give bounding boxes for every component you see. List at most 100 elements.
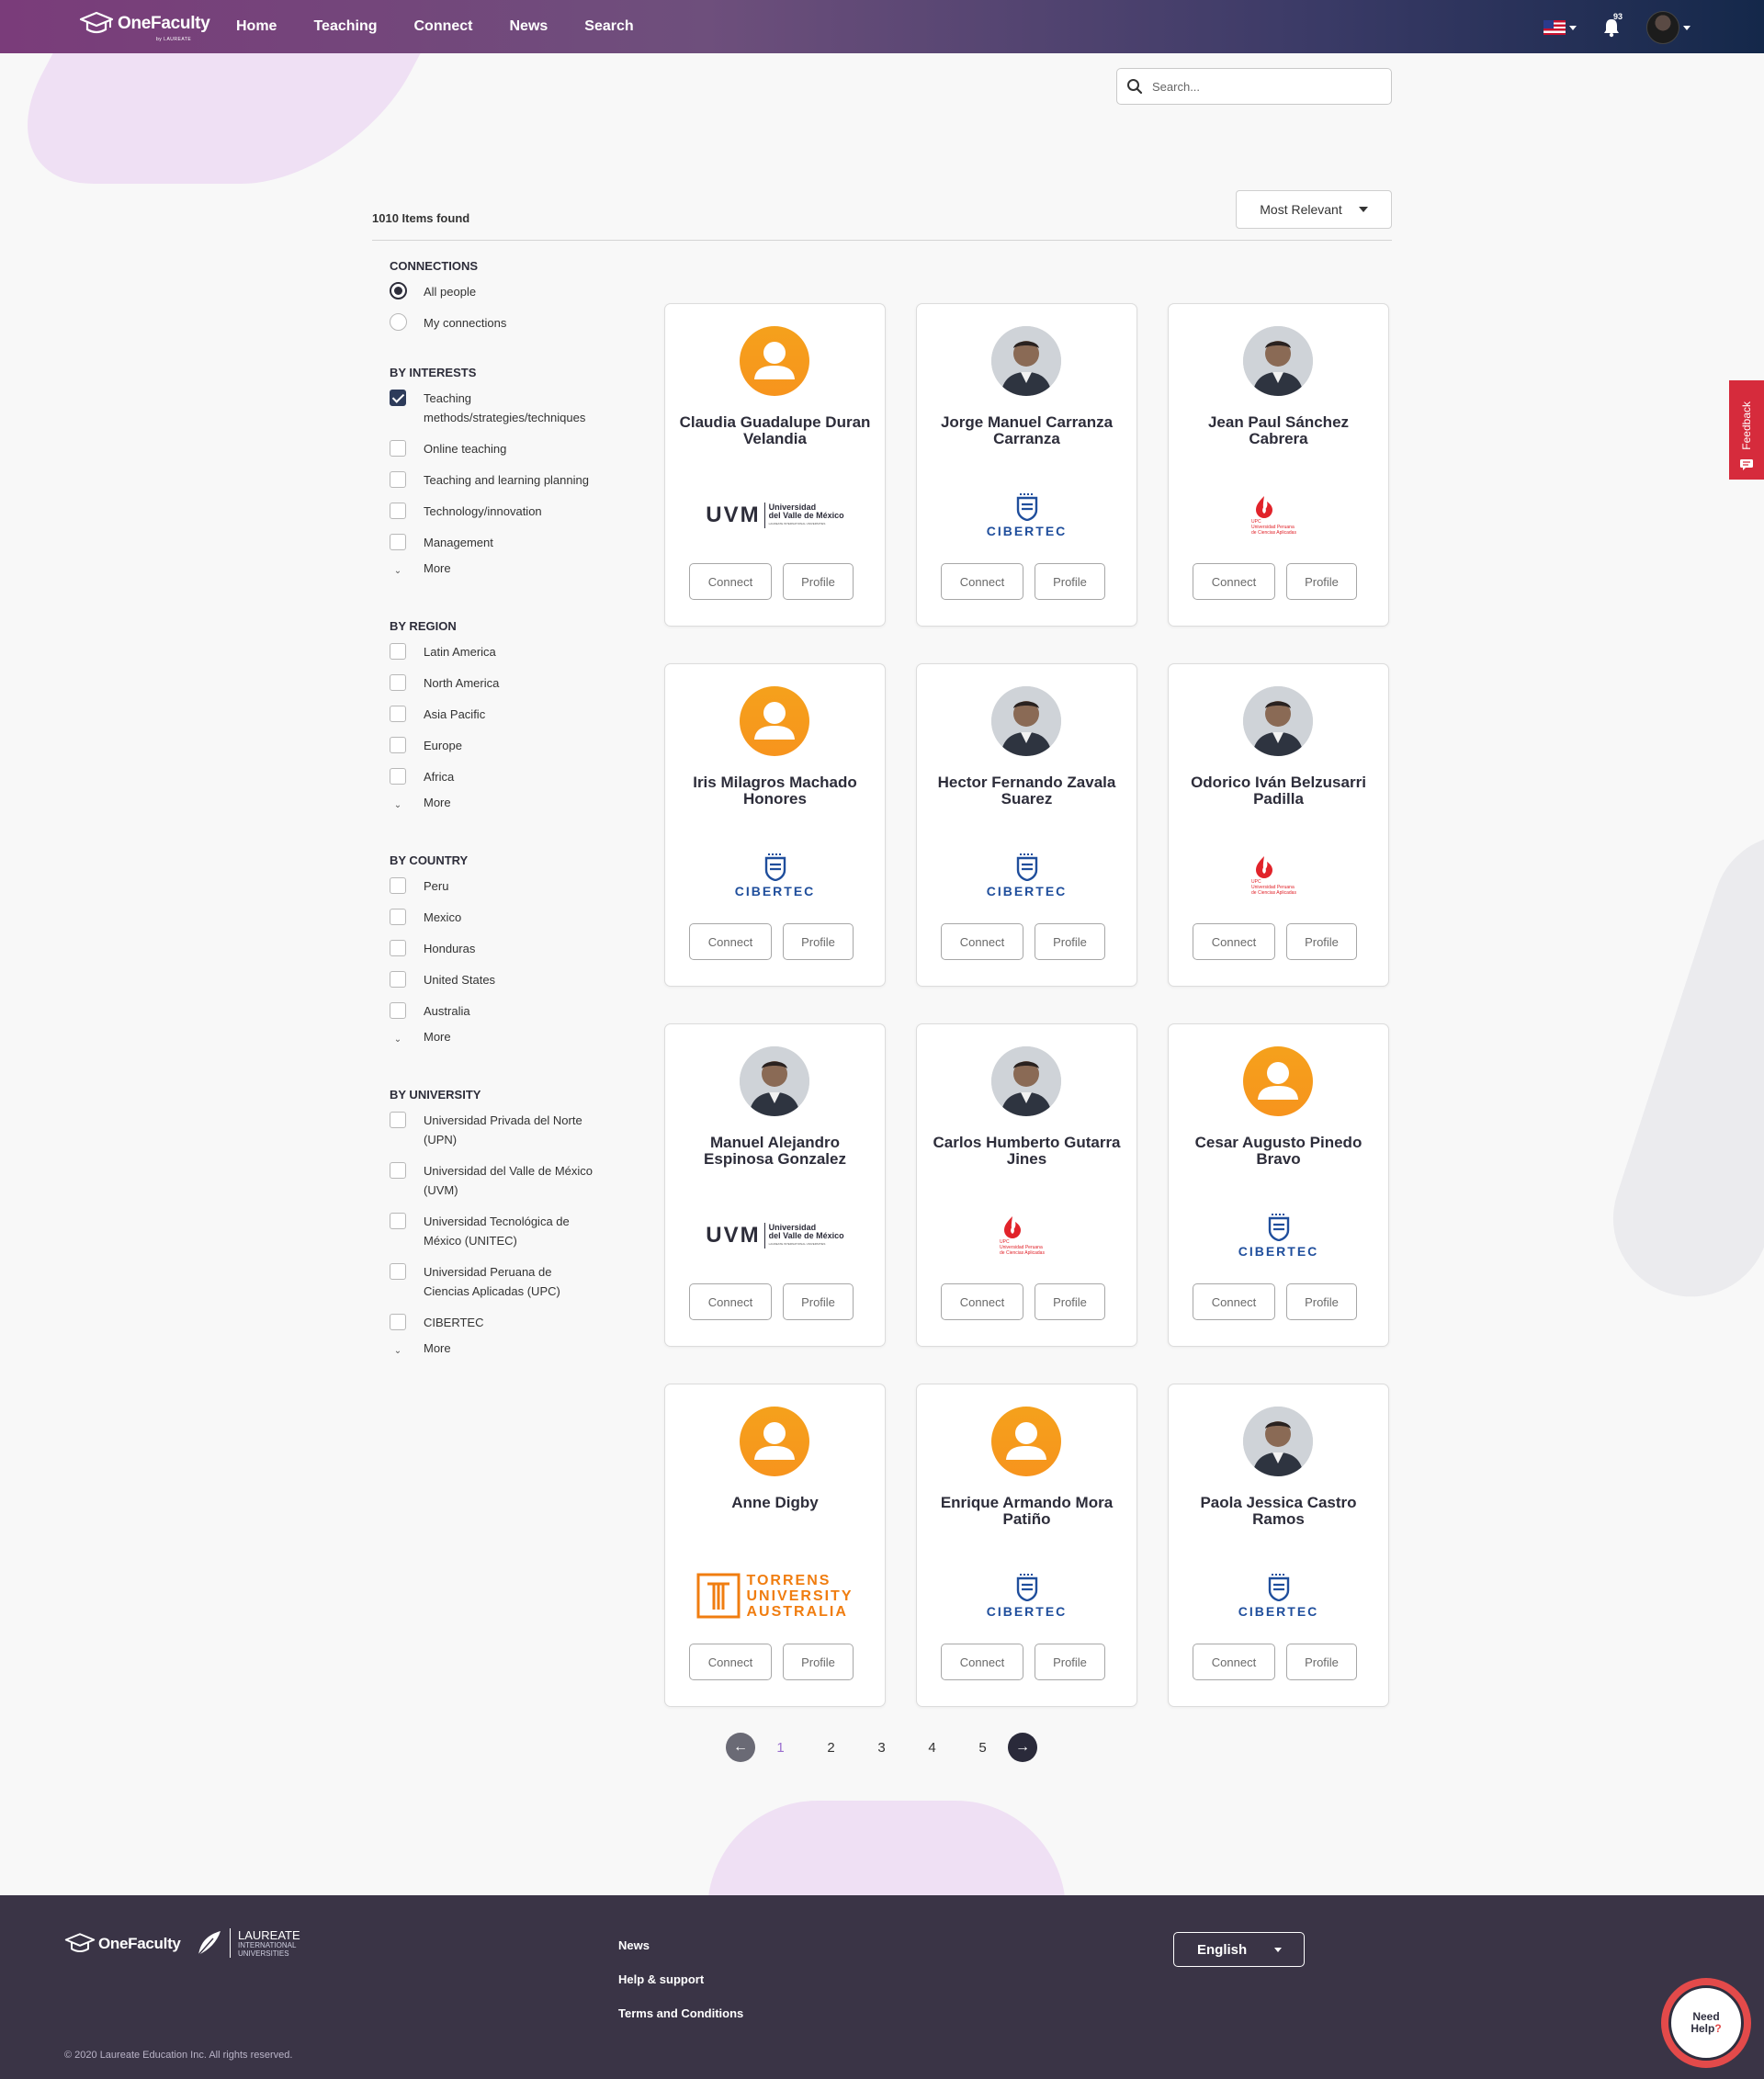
- checkbox[interactable]: [390, 1162, 406, 1179]
- checkbox[interactable]: [390, 674, 406, 691]
- need-help-button[interactable]: Need Help?: [1661, 1978, 1751, 2068]
- person-avatar[interactable]: [740, 686, 809, 756]
- filter-option-all-people[interactable]: All people: [390, 282, 628, 301]
- checkbox[interactable]: [390, 440, 406, 457]
- filter-more-link[interactable]: ⌄ More: [390, 796, 628, 810]
- checkbox[interactable]: [390, 940, 406, 956]
- filter-option-online-teaching[interactable]: Online teaching: [390, 439, 628, 458]
- connect-button[interactable]: Connect: [689, 1644, 772, 1680]
- checkbox[interactable]: [390, 1263, 406, 1280]
- onefaculty-logo[interactable]: OneFaculty by LAUREATE: [79, 11, 210, 42]
- page-number[interactable]: 1: [755, 1740, 806, 1756]
- connect-button[interactable]: Connect: [1193, 1644, 1275, 1680]
- language-flag-dropdown[interactable]: [1544, 20, 1577, 35]
- page-number[interactable]: 4: [907, 1740, 957, 1756]
- radio-checked[interactable]: [390, 282, 407, 299]
- nav-teaching[interactable]: Teaching: [313, 18, 377, 35]
- person-avatar[interactable]: [1243, 326, 1313, 396]
- notifications-button[interactable]: 93: [1602, 12, 1623, 38]
- checkbox-checked[interactable]: [390, 390, 406, 406]
- filter-option-peru[interactable]: Peru: [390, 876, 628, 896]
- page-number[interactable]: 3: [856, 1740, 907, 1756]
- filter-option-technology-innovation[interactable]: Technology/innovation: [390, 502, 628, 521]
- person-avatar[interactable]: [740, 1407, 809, 1476]
- person-name[interactable]: Hector Fernando Zavala Suarez: [926, 774, 1127, 808]
- person-name[interactable]: Manuel Alejandro Espinosa Gonzalez: [674, 1135, 876, 1168]
- person-avatar[interactable]: [1243, 686, 1313, 756]
- language-select[interactable]: English: [1173, 1932, 1305, 1967]
- person-name[interactable]: Jean Paul Sánchez Cabrera: [1178, 414, 1379, 447]
- search-input[interactable]: [1150, 78, 1371, 95]
- profile-button[interactable]: Profile: [1035, 1644, 1105, 1680]
- page-number[interactable]: 2: [806, 1740, 856, 1756]
- person-name[interactable]: Odorico Iván Belzusarri Padilla: [1178, 774, 1379, 808]
- radio[interactable]: [390, 313, 407, 331]
- connect-button[interactable]: Connect: [689, 923, 772, 960]
- footer-link-terms[interactable]: Terms and Conditions: [618, 2006, 743, 2020]
- nav-connect[interactable]: Connect: [414, 18, 473, 35]
- checkbox[interactable]: [390, 737, 406, 753]
- checkbox[interactable]: [390, 1112, 406, 1128]
- footer-link-help[interactable]: Help & support: [618, 1972, 743, 1986]
- filter-option-north-america[interactable]: North America: [390, 673, 628, 693]
- filter-option-my-connections[interactable]: My connections: [390, 313, 628, 333]
- page-number[interactable]: 5: [957, 1740, 1008, 1756]
- profile-button[interactable]: Profile: [783, 1644, 854, 1680]
- filter-option-australia[interactable]: Australia: [390, 1001, 628, 1021]
- filter-option-upn[interactable]: Universidad Privada del Norte (UPN): [390, 1111, 628, 1149]
- person-avatar[interactable]: [991, 326, 1061, 396]
- nav-news[interactable]: News: [510, 18, 548, 35]
- connect-button[interactable]: Connect: [689, 1283, 772, 1320]
- prev-page-button[interactable]: ←: [726, 1733, 755, 1762]
- filter-more-link[interactable]: ⌄ More: [390, 1341, 628, 1356]
- person-name[interactable]: Jorge Manuel Carranza Carranza: [926, 414, 1127, 447]
- connect-button[interactable]: Connect: [941, 563, 1023, 600]
- checkbox[interactable]: [390, 1314, 406, 1330]
- connect-button[interactable]: Connect: [1193, 563, 1275, 600]
- checkbox[interactable]: [390, 1213, 406, 1229]
- checkbox[interactable]: [390, 971, 406, 988]
- filter-option-united-states[interactable]: United States: [390, 970, 628, 989]
- person-avatar[interactable]: [991, 1046, 1061, 1116]
- profile-button[interactable]: Profile: [1286, 563, 1357, 600]
- filter-option-teaching-methods[interactable]: Teaching methods/strategies/techniques: [390, 389, 628, 427]
- filter-option-mexico[interactable]: Mexico: [390, 908, 628, 927]
- checkbox[interactable]: [390, 643, 406, 660]
- connect-button[interactable]: Connect: [941, 1644, 1023, 1680]
- checkbox[interactable]: [390, 503, 406, 519]
- connect-button[interactable]: Connect: [941, 1283, 1023, 1320]
- feedback-tab[interactable]: Feedback: [1729, 380, 1764, 480]
- profile-button[interactable]: Profile: [783, 1283, 854, 1320]
- filter-option-honduras[interactable]: Honduras: [390, 939, 628, 958]
- profile-button[interactable]: Profile: [1035, 1283, 1105, 1320]
- person-avatar[interactable]: [1243, 1046, 1313, 1116]
- filter-option-europe[interactable]: Europe: [390, 736, 628, 755]
- person-avatar[interactable]: [740, 326, 809, 396]
- profile-button[interactable]: Profile: [1286, 923, 1357, 960]
- connect-button[interactable]: Connect: [689, 563, 772, 600]
- person-avatar[interactable]: [1243, 1407, 1313, 1476]
- connect-button[interactable]: Connect: [1193, 923, 1275, 960]
- checkbox[interactable]: [390, 534, 406, 550]
- filter-option-upc[interactable]: Universidad Peruana de Ciencias Aplicada…: [390, 1262, 628, 1301]
- filter-more-link[interactable]: ⌄ More: [390, 1030, 628, 1045]
- next-page-button[interactable]: →: [1008, 1733, 1037, 1762]
- checkbox[interactable]: [390, 706, 406, 722]
- person-name[interactable]: Anne Digby: [674, 1495, 876, 1511]
- filter-option-teaching-learning-planning[interactable]: Teaching and learning planning: [390, 470, 628, 490]
- nav-home[interactable]: Home: [236, 18, 277, 35]
- checkbox[interactable]: [390, 1002, 406, 1019]
- connect-button[interactable]: Connect: [1193, 1283, 1275, 1320]
- profile-button[interactable]: Profile: [1035, 923, 1105, 960]
- filter-option-management[interactable]: Management: [390, 533, 628, 552]
- footer-link-news[interactable]: News: [618, 1938, 743, 1952]
- profile-button[interactable]: Profile: [783, 563, 854, 600]
- filter-option-africa[interactable]: Africa: [390, 767, 628, 786]
- profile-button[interactable]: Profile: [783, 923, 854, 960]
- filter-more-link[interactable]: ⌄ More: [390, 561, 628, 576]
- filter-option-latin-america[interactable]: Latin America: [390, 642, 628, 661]
- sort-dropdown[interactable]: Most Relevant: [1236, 190, 1392, 229]
- checkbox[interactable]: [390, 877, 406, 894]
- checkbox[interactable]: [390, 471, 406, 488]
- nav-search[interactable]: Search: [584, 18, 633, 35]
